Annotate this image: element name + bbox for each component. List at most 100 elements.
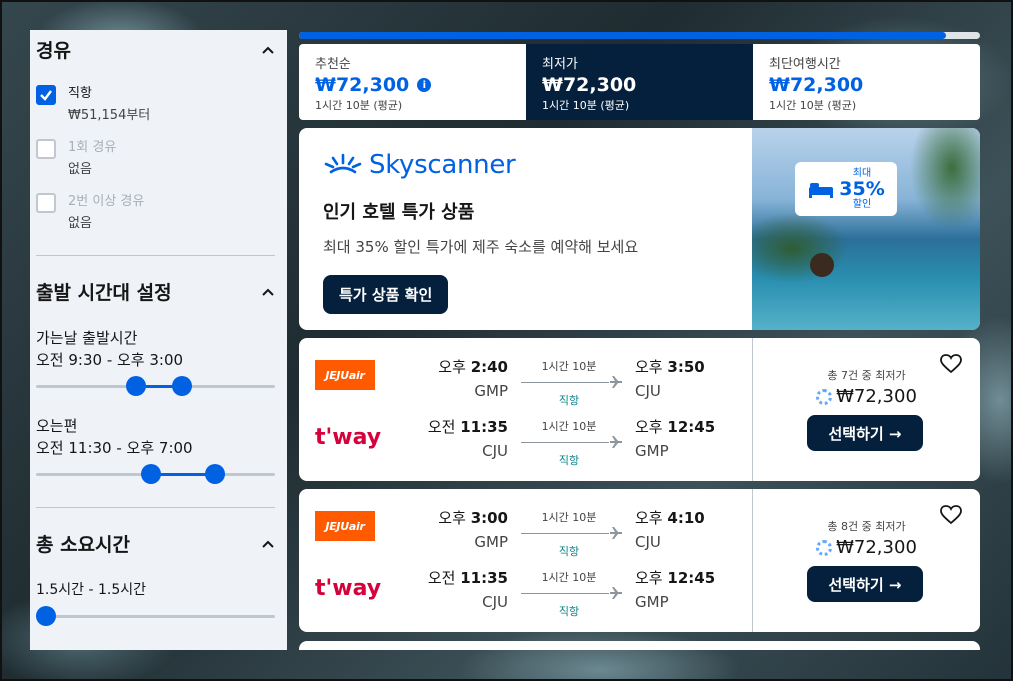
stop-option-label: 2번 이상 경유 [68, 194, 145, 209]
flight-duration: 1시간 10분 [541, 571, 597, 584]
flight-leg-outbound: JEJUair 오후 3:00 GMP 1시간 10분 직항 오후 4:10 C… [299, 501, 752, 561]
jejuair-logo: JEJUair [315, 360, 375, 390]
arr-time: 3:50 [667, 358, 705, 376]
ad-description: 최대 35% 할인 특가에 제주 숙소를 예약해 보세요 [323, 238, 639, 256]
checkbox-two-plus[interactable] [36, 193, 56, 213]
stop-option-sub: ₩51,154부터 [68, 108, 151, 123]
chevron-up-icon[interactable] [261, 43, 275, 57]
flight-result-card[interactable]: JEJUair 오후 3:00 GMP 1시간 10분 직항 오후 4:10 C… [299, 489, 980, 632]
slider-handle-min[interactable] [141, 464, 162, 484]
chevron-up-icon[interactable] [261, 285, 275, 299]
sort-tab-name: 최저가 [542, 57, 578, 72]
discount-badge: 최대 35% 할인 [795, 162, 897, 216]
stop-option-sub: 없음 [68, 216, 92, 231]
outbound-slider[interactable] [36, 375, 275, 397]
arr-airport: GMP [635, 442, 669, 460]
stop-option-label: 직항 [68, 86, 92, 101]
select-button[interactable]: 선택하기 → [807, 415, 923, 451]
sort-tab-duration: 1시간 10분 (평균) [542, 99, 630, 112]
checkbox-one-stop[interactable] [36, 139, 56, 159]
skyscanner-logo: Skyscanner [323, 150, 638, 180]
stop-info: 직항 [558, 545, 580, 558]
slider-handle-max[interactable] [204, 464, 225, 484]
results-panel: 추천순 ₩72,300 i 1시간 10분 (평균) 최저가 ₩72,300 1시… [299, 30, 980, 650]
divider [36, 507, 275, 508]
flight-result-card[interactable]: JEJUair 오후 2:40 GMP 1시간 10분 직항 오후 3:50 C… [299, 338, 980, 481]
dep-prefix: 오후 [438, 358, 466, 376]
arr-prefix: 오후 [635, 569, 663, 587]
flight-leg-return: t'way 오전 11:35 CJU 1시간 10분 직항 오후 12:45 G… [299, 410, 752, 470]
price-column: 총 8건 중 최저가 ₩72,300 선택하기 → [753, 489, 980, 632]
price: ₩72,300 [836, 537, 917, 558]
airplane-icon [610, 376, 622, 388]
sort-tab-price: ₩72,300 [315, 74, 410, 96]
arr-airport: CJU [635, 382, 661, 400]
hotel-ad-banner[interactable]: Skyscanner 인기 호텔 특가 상품 최대 35% 할인 특가에 제주 … [299, 128, 980, 330]
flight-leg-return: t'way 오전 11:35 CJU 1시간 10분 직항 오후 12:45 G… [299, 561, 752, 621]
duration-slider[interactable] [36, 605, 275, 627]
badge-percent: 35% [839, 178, 885, 200]
slider-handle[interactable] [36, 606, 56, 626]
arr-airport: GMP [635, 593, 669, 611]
brand-name: Skyscanner [369, 150, 516, 180]
swimmer-figure [810, 253, 834, 277]
stop-option-label: 1회 경유 [68, 140, 117, 155]
dep-airport: CJU [482, 442, 508, 460]
dep-time: 2:40 [470, 358, 508, 376]
price: ₩72,300 [836, 386, 917, 407]
slider-handle-min[interactable] [125, 376, 146, 396]
stop-option-sub: 없음 [68, 162, 92, 177]
dep-time: 11:35 [460, 418, 508, 436]
tway-logo: t'way [315, 575, 382, 601]
sort-tab-cheapest[interactable]: 최저가 ₩72,300 1시간 10분 (평균) [526, 44, 753, 120]
view-deals-button[interactable]: 특가 상품 확인 [323, 275, 449, 314]
inbound-range: 오전 11:30 - 오후 7:00 [36, 439, 193, 457]
bed-icon [809, 183, 834, 198]
stop-option-direct[interactable]: 직항 ₩51,154부터 [36, 85, 275, 125]
departure-title: 출발 시간대 설정 [36, 282, 172, 304]
inbound-slider[interactable] [36, 463, 275, 485]
info-icon[interactable]: i [417, 78, 432, 92]
sort-tab-price: ₩72,300 [769, 74, 864, 96]
arr-airport: CJU [635, 533, 661, 551]
airplane-icon [610, 587, 622, 599]
sort-tab-fastest[interactable]: 최단여행시간 ₩72,300 1시간 10분 (평균) [753, 44, 980, 120]
ad-title: 인기 호텔 특가 상품 [323, 202, 475, 223]
stop-option-two-plus[interactable]: 2번 이상 경유 없음 [36, 193, 275, 233]
flight-duration: 1시간 10분 [541, 360, 597, 373]
chevron-up-icon[interactable] [261, 537, 275, 551]
departure-header[interactable]: 출발 시간대 설정 [36, 278, 275, 305]
dep-airport: CJU [482, 593, 508, 611]
sort-tab-duration: 1시간 10분 (평균) [315, 99, 403, 112]
checkbox-direct[interactable] [36, 85, 56, 105]
duration-title: 총 소요시간 [36, 534, 131, 556]
sunrise-logo-icon [324, 153, 362, 174]
arr-prefix: 오후 [635, 418, 663, 436]
deal-count: 총 8건 중 최저가 [827, 520, 906, 533]
sort-tab-name: 추천순 [315, 57, 351, 72]
loading-spinner-icon [816, 388, 833, 405]
sort-tab-name: 최단여행시간 [769, 57, 841, 72]
flight-leg-outbound: JEJUair 오후 2:40 GMP 1시간 10분 직항 오후 3:50 C… [299, 350, 752, 410]
arr-time: 12:45 [667, 569, 716, 587]
stop-option-one[interactable]: 1회 경유 없음 [36, 139, 275, 179]
duration-range: 1.5시간 - 1.5시간 [36, 582, 147, 598]
arr-time: 12:45 [667, 418, 716, 436]
tway-logo: t'way [315, 424, 382, 450]
sort-tab-recommended[interactable]: 추천순 ₩72,300 i 1시간 10분 (평균) [299, 44, 526, 120]
dep-prefix: 오전 [427, 418, 456, 436]
slider-handle-max[interactable] [171, 376, 192, 396]
progress-fill [299, 32, 946, 39]
duration-header[interactable]: 총 소요시간 [36, 530, 275, 557]
filter-sidebar: 경유 직항 ₩51,154부터 1회 경유 없음 2번 이상 경유 없음 출발 … [30, 30, 287, 650]
outbound-range: 오전 9:30 - 오후 3:00 [36, 351, 184, 369]
sort-tabs: 추천순 ₩72,300 i 1시간 10분 (평균) 최저가 ₩72,300 1시… [299, 44, 980, 120]
flight-result-card-partial [299, 641, 980, 650]
stops-title: 경유 [36, 40, 71, 62]
select-button[interactable]: 선택하기 → [807, 566, 923, 602]
arr-time: 4:10 [667, 509, 705, 527]
divider [36, 255, 275, 256]
dep-prefix: 오후 [438, 509, 466, 527]
stops-header[interactable]: 경유 [36, 36, 275, 63]
dep-airport: GMP [474, 533, 508, 551]
